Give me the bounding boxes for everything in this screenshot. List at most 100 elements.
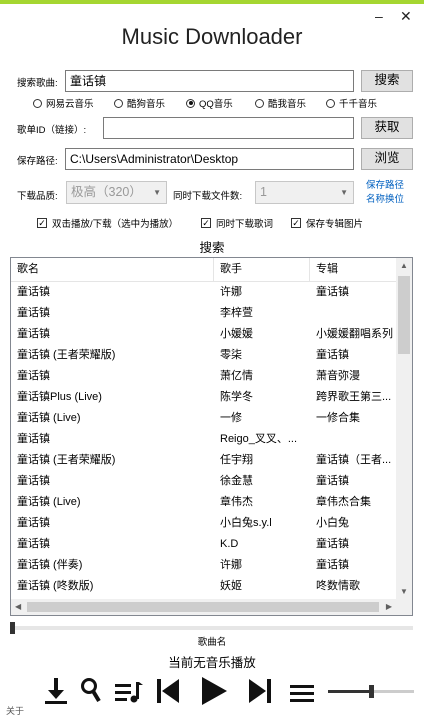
source-radio-qq[interactable]: QQ音乐 (186, 96, 233, 110)
table-row[interactable]: 童话镇 小媛媛 小媛媛翻唱系列 (11, 324, 396, 345)
cell-artist: 许娜 (220, 559, 242, 571)
cell-album: 小白兔 (316, 517, 349, 529)
radio-indicator (33, 98, 42, 108)
source-radio-netease[interactable]: 网易云音乐 (33, 96, 94, 110)
source-radio-kuwo[interactable]: 酷我音乐 (255, 96, 306, 110)
table-row[interactable]: 童话镇 (咚数版) 妖姬 咚数情歌 (11, 576, 396, 597)
progress-knob[interactable] (10, 622, 15, 634)
quality-select[interactable]: 极高（320） ▼ (66, 181, 167, 204)
cell-song: 童话镇 (王者荣耀版) (17, 349, 116, 361)
concurrent-label: 同时下载文件数: (173, 191, 243, 202)
option-download-lyrics[interactable]: ✓ 同时下载歌词 (201, 216, 273, 230)
cell-song: 童话镇Plus (Live) (17, 391, 102, 403)
volume-slider[interactable] (328, 685, 414, 698)
table-row[interactable]: 童话镇 (王者荣耀版) 任宇翔 童话镇（王者... (11, 450, 396, 471)
volume-level (328, 690, 371, 693)
fetch-button[interactable]: 获取 (361, 117, 413, 139)
save-path-input[interactable]: C:\Users\Administrator\Desktop (65, 148, 354, 170)
search-input[interactable]: 童话镇 (65, 70, 354, 92)
cell-artist: 零柒 (220, 349, 242, 361)
cell-artist: 李梓萱 (220, 307, 253, 319)
horizontal-scroll-thumb[interactable] (27, 602, 379, 612)
cell-artist: Reigo_叉叉、... (220, 433, 298, 445)
cell-album: 跨界歌王第三... (316, 391, 392, 403)
app-title: Music Downloader (121, 24, 303, 49)
cell-artist: 一修 (220, 412, 242, 424)
search-button[interactable]: 搜索 (361, 70, 413, 92)
table-row[interactable]: 童话镇 (Live) 一修 一修合集 (11, 408, 396, 429)
cell-song: 童话镇 (伴奏) (17, 559, 83, 571)
table-row[interactable]: 童话镇 (伴奏) 许娜 童话镇 (11, 555, 396, 576)
table-row[interactable]: 童话镇Plus (Live) 陈学冬 跨界歌王第三... (11, 387, 396, 408)
minimize-button[interactable]: – (375, 8, 383, 24)
cell-artist: 任宇翔 (220, 454, 253, 466)
table-row[interactable]: 童话镇 徐金慧 童话镇 (11, 471, 396, 492)
quality-value: 极高（320） (71, 185, 142, 199)
playlist-icon[interactable] (114, 676, 144, 706)
search-icon[interactable] (79, 676, 103, 706)
radio-indicator (186, 98, 195, 108)
column-header-album[interactable]: 专辑 (310, 258, 396, 281)
source-radio-kugou[interactable]: 酷狗音乐 (114, 96, 165, 110)
swap-name-link[interactable]: 保存路径 名称换位 (366, 179, 404, 207)
cell-album: 童话镇 (316, 475, 349, 487)
swap-name-link-line2: 名称换位 (366, 194, 405, 205)
cell-album: 小媛媛翻唱系列 (316, 328, 393, 340)
browse-button[interactable]: 浏览 (361, 148, 413, 170)
results-table: 歌名 歌手 专辑 童话镇 许娜 童话镇 童话镇 李梓萱 童话镇 小媛媛 小媛媛翻唱系列 童话镇 … (10, 257, 413, 616)
table-row[interactable]: 童话镇 小白兔s.y.l 小白兔 (11, 513, 396, 534)
search-label: 搜索歌曲: (17, 78, 58, 89)
save-path-label: 保存路径: (17, 156, 58, 167)
check-icon: ✓ (291, 218, 301, 228)
cell-artist: 萧亿情 (220, 370, 253, 382)
table-row[interactable]: 童话镇 许娜 童话镇 (11, 282, 396, 303)
vertical-scrollbar[interactable]: ▲ ▼ (396, 258, 412, 599)
scroll-down-icon[interactable]: ▼ (400, 587, 408, 596)
next-icon[interactable] (247, 676, 273, 706)
source-label: QQ音乐 (199, 99, 233, 110)
playlist-input[interactable] (103, 117, 354, 139)
results-title: 搜索 (199, 241, 225, 255)
cell-song: 童话镇 (17, 307, 50, 319)
table-row[interactable]: 童话镇 (Live) 章伟杰 章伟杰合集 (11, 492, 396, 513)
cell-album (310, 303, 396, 324)
menu-icon[interactable] (289, 676, 315, 706)
option-double-click-play[interactable]: ✓ 双击播放/下载（选中为播放） (37, 216, 178, 230)
cell-album: 童话镇 (316, 559, 349, 571)
table-row[interactable]: 童话镇 李梓萱 (11, 303, 396, 324)
table-row[interactable]: 童话镇 (王者荣耀版) 零柒 童话镇 (11, 345, 396, 366)
cell-song: 童话镇 (17, 328, 50, 340)
close-button[interactable]: ✕ (400, 8, 412, 25)
radio-indicator (326, 98, 335, 108)
option-save-album-art[interactable]: ✓ 保存专辑图片 (291, 216, 363, 230)
previous-icon[interactable] (155, 676, 181, 706)
source-label: 网易云音乐 (46, 99, 94, 110)
table-row[interactable]: 童话镇 Reigo_叉叉、... (11, 429, 396, 450)
cell-song: 童话镇 (Live) (17, 496, 81, 508)
table-header: 歌名 歌手 专辑 (11, 258, 396, 282)
scroll-right-icon[interactable]: ▶ (386, 602, 392, 611)
volume-knob[interactable] (369, 685, 374, 698)
progress-bar[interactable] (10, 622, 413, 634)
play-icon[interactable] (199, 676, 229, 706)
scroll-up-icon[interactable]: ▲ (400, 261, 408, 270)
radio-indicator (255, 98, 264, 108)
horizontal-scrollbar[interactable]: ◀ ▶ (11, 599, 396, 615)
download-icon[interactable] (44, 676, 68, 706)
table-row[interactable]: 童话镇 萧亿情 萧音弥漫 (11, 366, 396, 387)
column-header-artist[interactable]: 歌手 (214, 258, 310, 281)
vertical-scroll-thumb[interactable] (398, 276, 410, 354)
option-label: 同时下载歌词 (216, 219, 274, 230)
scroll-left-icon[interactable]: ◀ (15, 602, 21, 611)
quality-label: 下载品质: (17, 191, 58, 202)
table-row[interactable]: 童话镇 K.D 童话镇 (11, 534, 396, 555)
concurrent-select[interactable]: 1 ▼ (255, 181, 354, 204)
cell-album: 一修合集 (316, 412, 360, 424)
source-radio-qianqian[interactable]: 千千音乐 (326, 96, 377, 110)
about-link[interactable]: 关于 (6, 704, 24, 717)
cell-artist: 章伟杰 (220, 496, 253, 508)
column-header-song[interactable]: 歌名 (11, 258, 214, 281)
playlist-label: 歌单ID（链接）: (17, 125, 87, 136)
scroll-corner (396, 599, 412, 615)
cell-artist: 小媛媛 (220, 328, 253, 340)
